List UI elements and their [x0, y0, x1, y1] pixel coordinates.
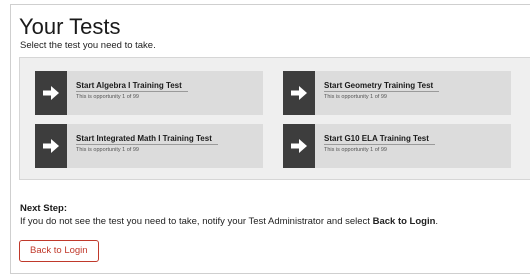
test-card-title: Start Integrated Math I Training Test [76, 134, 218, 145]
arrow-right-icon [35, 71, 67, 115]
test-card-integrated-math-1[interactable]: Start Integrated Math I Training Test Th… [35, 124, 263, 168]
test-card-title: Start Algebra I Training Test [76, 81, 188, 92]
test-card-g10-ela[interactable]: Start G10 ELA Training Test This is oppo… [283, 124, 511, 168]
test-card-algebra-1[interactable]: Start Algebra I Training Test This is op… [35, 71, 263, 115]
back-to-login-button[interactable]: Back to Login [19, 240, 99, 262]
page-title: Your Tests [19, 14, 121, 39]
test-card-subtitle: This is opportunity 1 of 99 [76, 147, 139, 153]
instruction-emphasis: Back to Login [372, 216, 436, 227]
arrow-right-icon [283, 71, 315, 115]
test-card-subtitle: This is opportunity 1 of 99 [76, 94, 139, 100]
test-card-geometry[interactable]: Start Geometry Training Test This is opp… [283, 71, 511, 115]
instruction-end: . [435, 216, 439, 227]
test-card-title: Start Geometry Training Test [324, 81, 440, 92]
next-step-instruction: If you do not see the test you need to t… [20, 216, 438, 227]
test-card-title: Start G10 ELA Training Test [324, 134, 435, 145]
test-card-subtitle: This is opportunity 1 of 99 [324, 94, 387, 100]
arrow-right-icon [283, 124, 315, 168]
test-card-subtitle: This is opportunity 1 of 99 [324, 147, 387, 153]
next-step-heading: Next Step: [20, 203, 67, 214]
tests-panel: Start Algebra I Training Test This is op… [19, 57, 530, 180]
instruction-text: If you do not see the test you need to t… [20, 216, 373, 227]
page-subtitle: Select the test you need to take. [20, 40, 156, 51]
arrow-right-icon [35, 124, 67, 168]
